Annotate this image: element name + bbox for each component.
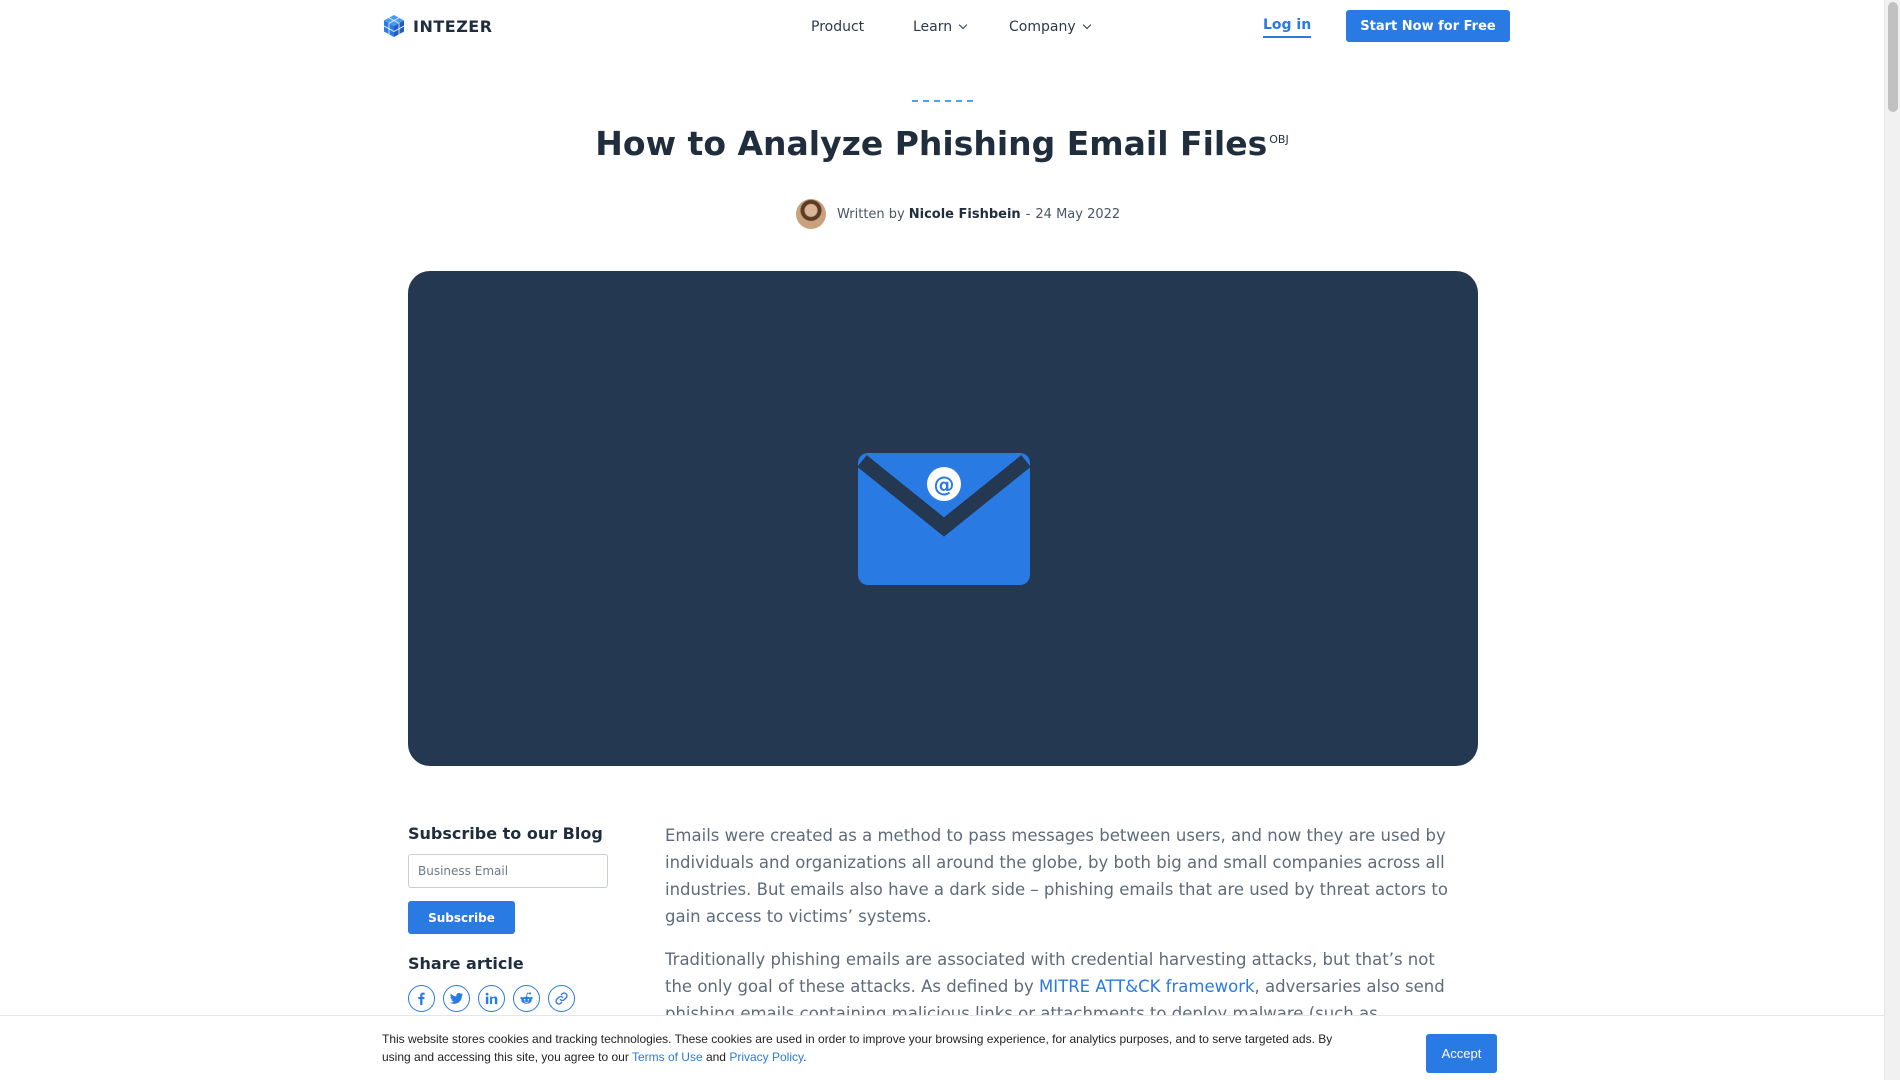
terms-of-use-link[interactable]: Terms of Use <box>632 1050 703 1064</box>
page-title-text: How to Analyze Phishing Email Files <box>595 124 1268 163</box>
linkedin-share-button[interactable] <box>478 985 505 1012</box>
cookie-message: This website stores cookies and tracking… <box>382 1032 1333 1064</box>
page-scrollbar[interactable] <box>1884 0 1900 1080</box>
nav-item-company[interactable]: Company <box>1009 19 1091 35</box>
reddit-icon <box>520 992 533 1004</box>
twitter-icon <box>449 993 464 1004</box>
byline-separator: - <box>1025 206 1031 222</box>
cookie-period: . <box>803 1050 807 1064</box>
chevron-down-icon <box>958 20 968 30</box>
site-header: INTEZER Product Learn Company Log in Sta… <box>0 0 1884 54</box>
twitter-share-button[interactable] <box>443 985 470 1012</box>
nav-item-product[interactable]: Product <box>811 19 864 35</box>
share-title: Share article <box>408 954 524 973</box>
link-icon <box>555 992 568 1005</box>
nav-item-label: Product <box>811 19 865 35</box>
byline-prefix: Written by <box>837 206 905 222</box>
cookie-text: This website stores cookies and tracking… <box>382 1030 1362 1066</box>
title-decoration <box>912 100 974 102</box>
svg-text:@: @ <box>934 473 955 497</box>
facebook-share-button[interactable] <box>408 985 435 1012</box>
subscribe-button[interactable]: Subscribe <box>408 901 515 934</box>
reddit-share-button[interactable] <box>513 985 540 1012</box>
title-superscript: OBJ <box>1269 133 1289 146</box>
login-link[interactable]: Log in <box>1263 17 1312 38</box>
paragraph-text: Emails were created as a method to pass … <box>665 826 1448 926</box>
nav-item-learn[interactable]: Learn <box>913 19 968 35</box>
cookie-and: and <box>702 1050 730 1064</box>
publish-date: 24 May 2022 <box>1035 206 1121 222</box>
subscribe-title: Subscribe to our Blog <box>408 824 603 843</box>
author-name[interactable]: Nicole Fishbein <box>909 207 1021 222</box>
accept-cookies-button[interactable]: Accept <box>1426 1034 1497 1073</box>
facebook-icon <box>418 992 425 1006</box>
byline: Written by Nicole Fishbein - 24 May 2022 <box>796 199 1120 229</box>
author-avatar <box>796 199 826 229</box>
nav-item-label: Company <box>1009 19 1076 35</box>
cookie-banner: This website stores cookies and tracking… <box>0 1015 1884 1080</box>
scrollbar-thumb[interactable] <box>1888 2 1898 112</box>
start-now-button[interactable]: Start Now for Free <box>1346 10 1510 42</box>
chevron-down-icon <box>1082 20 1091 30</box>
nav-item-label: Learn <box>913 19 953 35</box>
logo-text: INTEZER <box>413 16 493 36</box>
share-buttons <box>408 985 583 1012</box>
business-email-input[interactable] <box>408 854 608 888</box>
copy-link-button[interactable] <box>548 985 575 1012</box>
envelope-at-icon: @ <box>858 453 1030 585</box>
article-paragraph: Emails were created as a method to pass … <box>665 822 1460 930</box>
page-title: How to Analyze Phishing Email Files OBJ <box>0 124 1884 163</box>
cube-logo-icon <box>383 15 405 37</box>
privacy-policy-link[interactable]: Privacy Policy <box>729 1050 803 1064</box>
mitre-attack-link[interactable]: MITRE ATT&CK framework <box>1039 977 1255 996</box>
logo[interactable]: INTEZER <box>382 14 493 38</box>
hero-image: @ <box>408 271 1478 766</box>
linkedin-icon <box>485 992 498 1005</box>
